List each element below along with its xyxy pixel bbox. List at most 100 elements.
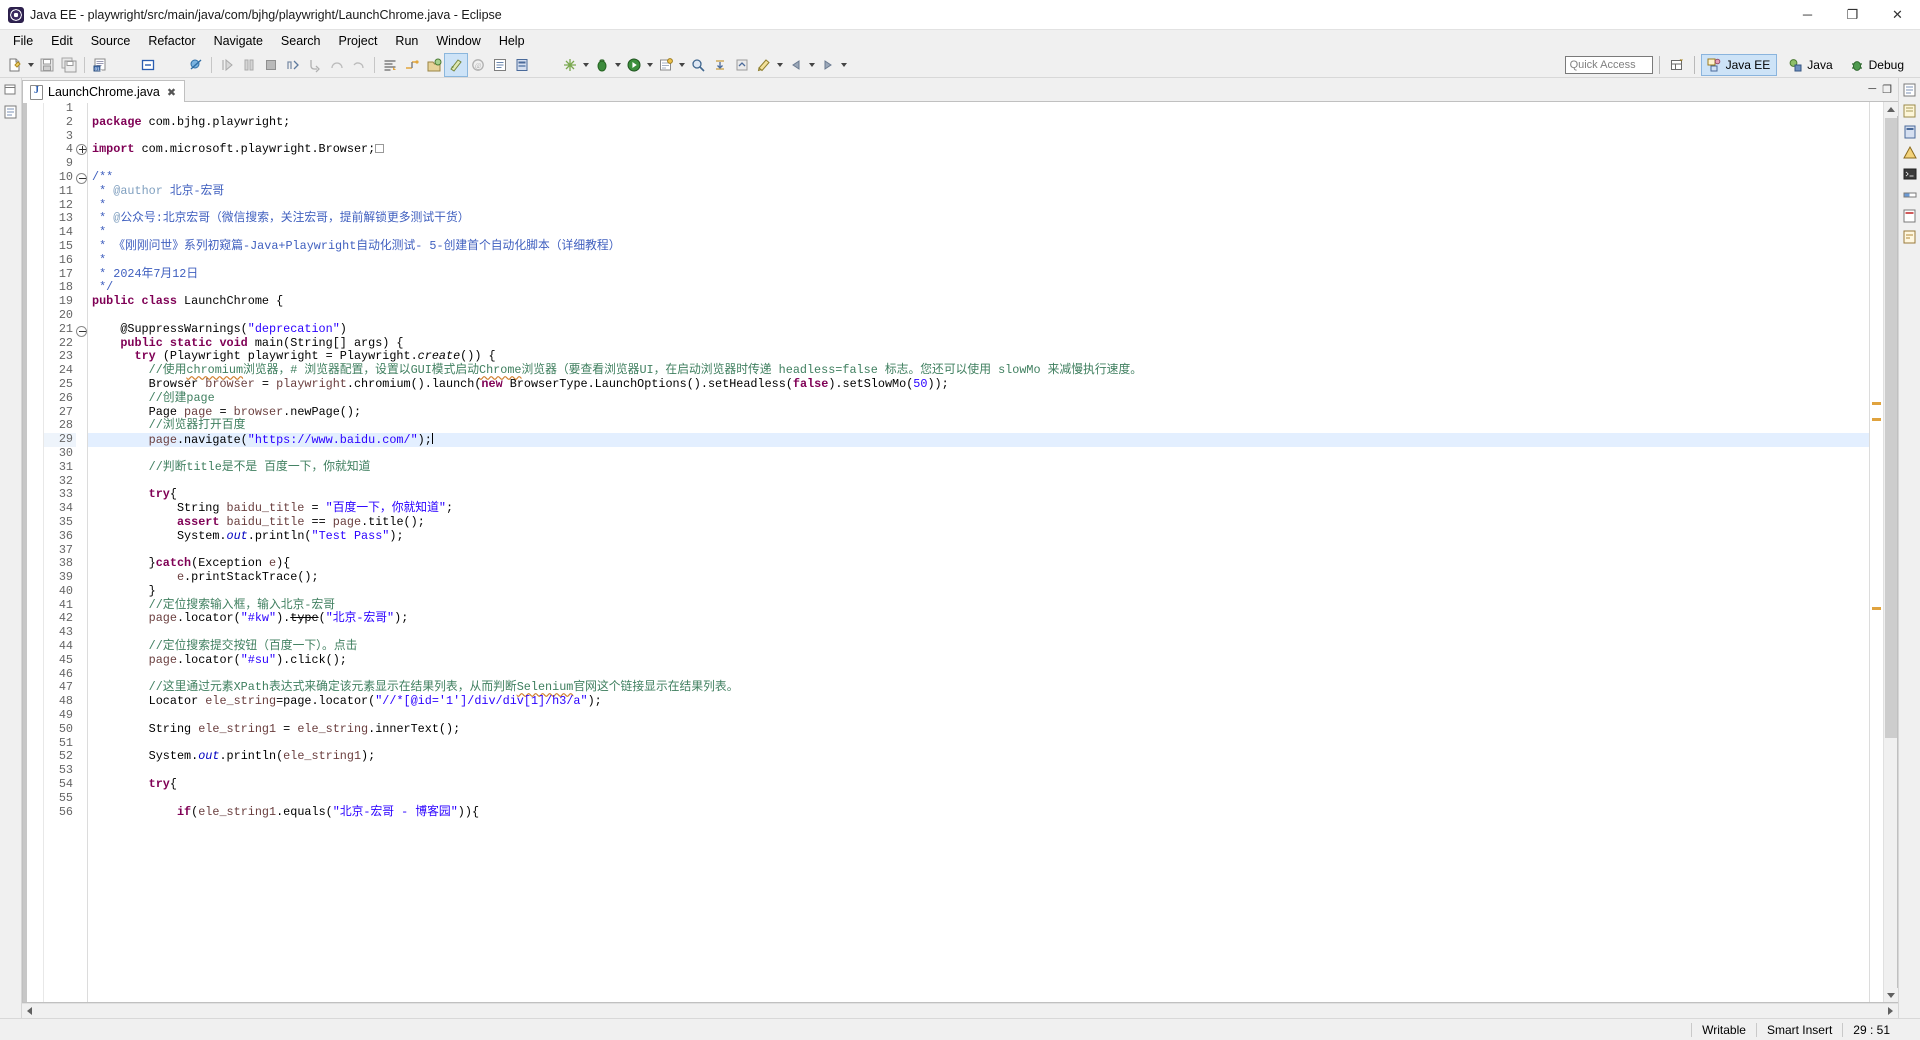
coverage-icon[interactable] bbox=[655, 54, 677, 76]
code-line[interactable] bbox=[88, 626, 1869, 640]
step-over-icon[interactable] bbox=[326, 54, 348, 76]
new-package-icon[interactable] bbox=[423, 54, 445, 76]
code-line[interactable]: } bbox=[88, 584, 1869, 599]
resume-icon[interactable] bbox=[216, 54, 238, 76]
print-icon[interactable]: 012 bbox=[89, 54, 111, 76]
quick-access-input[interactable]: Quick Access bbox=[1564, 55, 1653, 74]
code-line[interactable]: System.out.println(ele_string1); bbox=[88, 750, 1869, 764]
close-button[interactable]: ✕ bbox=[1875, 0, 1920, 30]
forward-arrow-icon[interactable] bbox=[817, 54, 839, 76]
code-line[interactable] bbox=[88, 764, 1869, 778]
new-annotation-icon[interactable]: @ bbox=[467, 54, 489, 76]
problems-view-icon[interactable] bbox=[1902, 145, 1918, 161]
code-line[interactable]: * 《刚刚问世》系列初窥篇-Java+Playwright自动化测试- 5-创建… bbox=[88, 239, 1869, 254]
previous-annotation-icon[interactable] bbox=[731, 54, 753, 76]
debug-dropdown-icon[interactable] bbox=[613, 54, 623, 76]
code-line[interactable] bbox=[88, 130, 1869, 144]
menu-navigate[interactable]: Navigate bbox=[205, 31, 272, 51]
menu-help[interactable]: Help bbox=[490, 31, 534, 51]
progress-view-icon[interactable] bbox=[1902, 187, 1918, 203]
code-line[interactable] bbox=[88, 544, 1869, 558]
code-line[interactable]: */ bbox=[88, 280, 1869, 295]
last-edit-dropdown-icon[interactable] bbox=[775, 54, 785, 76]
code-line[interactable]: Locator ele_string=page.locator("//*[@id… bbox=[88, 694, 1869, 709]
external-tools-dropdown-icon[interactable] bbox=[581, 54, 591, 76]
console-view-icon[interactable] bbox=[1902, 166, 1918, 182]
code-line[interactable]: page.navigate("https://www.baidu.com/"); bbox=[88, 433, 1869, 447]
servers-view-icon[interactable] bbox=[1902, 124, 1918, 140]
menu-run[interactable]: Run bbox=[386, 31, 427, 51]
code-line[interactable]: @SuppressWarnings("deprecation") bbox=[88, 322, 1869, 337]
scroll-left-icon[interactable] bbox=[22, 1004, 37, 1019]
resize-grip-icon[interactable] bbox=[1904, 1022, 1920, 1038]
code-line[interactable]: }catch(Exception e){ bbox=[88, 556, 1869, 571]
last-edit-icon[interactable] bbox=[753, 54, 775, 76]
code-line[interactable]: //使用chromium浏览器，# 浏览器配置，设置以GUI模式启动Chrome… bbox=[88, 363, 1869, 378]
code-line[interactable] bbox=[88, 737, 1869, 751]
scroll-up-icon[interactable] bbox=[1884, 102, 1898, 116]
suspend-icon[interactable] bbox=[238, 54, 260, 76]
code-line[interactable]: Browser browser = playwright.chromium().… bbox=[88, 377, 1869, 392]
perspective-java-ee[interactable]: Java EE bbox=[1700, 53, 1778, 76]
fold-toggle[interactable] bbox=[76, 325, 87, 340]
markers-view-icon[interactable] bbox=[1902, 208, 1918, 224]
code-line[interactable]: String ele_string1 = ele_string.innerTex… bbox=[88, 722, 1869, 737]
open-type-icon[interactable] bbox=[137, 54, 159, 76]
new-file-icon[interactable] bbox=[4, 54, 26, 76]
editor-vertical-scrollbar[interactable] bbox=[1883, 102, 1898, 1002]
open-perspective-icon[interactable] bbox=[1666, 54, 1688, 76]
save-all-icon[interactable] bbox=[58, 54, 80, 76]
maximize-view-icon[interactable]: ❐ bbox=[1882, 83, 1892, 96]
new-server-icon[interactable] bbox=[511, 54, 533, 76]
code-line[interactable]: import com.microsoft.playwright.Browser; bbox=[88, 142, 1869, 157]
code-line[interactable] bbox=[88, 447, 1869, 461]
step-return-icon[interactable] bbox=[348, 54, 370, 76]
code-line[interactable]: * bbox=[88, 225, 1869, 240]
menu-file[interactable]: File bbox=[4, 31, 42, 51]
restore-view-icon[interactable] bbox=[3, 82, 19, 98]
vertical-scroll-thumb[interactable] bbox=[1885, 118, 1897, 738]
code-line[interactable]: System.out.println("Test Pass"); bbox=[88, 529, 1869, 544]
close-icon[interactable]: ✖ bbox=[167, 86, 176, 99]
debug-run-icon[interactable] bbox=[591, 54, 613, 76]
coverage-dropdown-icon[interactable] bbox=[677, 54, 687, 76]
code-line[interactable]: //创建page bbox=[88, 391, 1869, 406]
menu-search[interactable]: Search bbox=[272, 31, 330, 51]
back-arrow-icon[interactable] bbox=[785, 54, 807, 76]
code-line[interactable]: * 2024年7月12日 bbox=[88, 267, 1869, 282]
code-line[interactable]: Page page = browser.newPage(); bbox=[88, 405, 1869, 420]
menu-window[interactable]: Window bbox=[427, 31, 489, 51]
overview-ruler[interactable] bbox=[1869, 102, 1883, 1002]
menu-project[interactable]: Project bbox=[330, 31, 387, 51]
code-line[interactable]: package com.bjhg.playwright; bbox=[88, 115, 1869, 130]
code-line[interactable] bbox=[88, 157, 1869, 171]
scroll-down-icon[interactable] bbox=[1884, 988, 1898, 1002]
search-icon[interactable] bbox=[687, 54, 709, 76]
code-text-area[interactable]: package com.bjhg.playwright; import com.m… bbox=[88, 102, 1869, 1002]
code-line[interactable]: public class LaunchChrome { bbox=[88, 294, 1869, 309]
code-line[interactable]: * @author 北京-宏哥 bbox=[88, 184, 1869, 199]
save-icon[interactable] bbox=[36, 54, 58, 76]
code-line[interactable] bbox=[88, 709, 1869, 723]
run-dropdown-icon[interactable] bbox=[645, 54, 655, 76]
menu-edit[interactable]: Edit bbox=[42, 31, 82, 51]
fold-toggle[interactable] bbox=[76, 144, 87, 158]
collapsed-imports-box[interactable] bbox=[375, 144, 385, 154]
code-line[interactable]: //这里通过元素XPath表达式来确定该元素显示在结果列表，从而判断Seleni… bbox=[88, 681, 1869, 695]
editor-tab-launchchrome[interactable]: LaunchChrome.java ✖ bbox=[22, 80, 186, 103]
code-line[interactable] bbox=[88, 475, 1869, 489]
terminate-icon[interactable] bbox=[260, 54, 282, 76]
scroll-right-icon[interactable] bbox=[1883, 1004, 1898, 1019]
code-line[interactable]: String baidu_title = "百度一下，你就知道"; bbox=[88, 501, 1869, 516]
external-tools-icon[interactable] bbox=[559, 54, 581, 76]
code-line[interactable]: //定位搜索提交按钮（百度一下）。点击 bbox=[88, 639, 1869, 654]
menu-refactor[interactable]: Refactor bbox=[139, 31, 204, 51]
minimize-button[interactable]: ─ bbox=[1785, 0, 1830, 30]
step-into-icon[interactable] bbox=[304, 54, 326, 76]
next-annotation-icon[interactable] bbox=[709, 54, 731, 76]
mark-occurrences-icon[interactable] bbox=[379, 54, 401, 76]
code-line[interactable] bbox=[88, 102, 1869, 116]
outline-view-icon[interactable] bbox=[1902, 82, 1918, 98]
back-dropdown-icon[interactable] bbox=[807, 54, 817, 76]
code-line[interactable] bbox=[88, 309, 1869, 323]
